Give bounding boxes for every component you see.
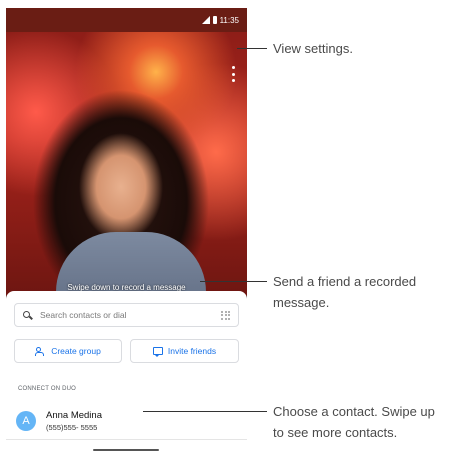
recorded-callout: Send a friend a recorded message. bbox=[273, 271, 451, 313]
recorded-leader-line bbox=[200, 281, 267, 282]
section-label: CONNECT ON DUO bbox=[18, 386, 77, 392]
group-icon bbox=[35, 347, 46, 356]
search-icon bbox=[23, 310, 32, 320]
dialpad-icon[interactable] bbox=[221, 310, 230, 320]
more-options-icon[interactable] bbox=[231, 66, 235, 82]
status-bar: 11:35 bbox=[6, 8, 247, 32]
contact-callout-line1: Choose a contact. Swipe up bbox=[273, 404, 435, 419]
avatar: A bbox=[16, 411, 36, 431]
home-handle[interactable] bbox=[93, 449, 159, 451]
create-group-button[interactable]: Create group bbox=[14, 339, 122, 363]
contact-leader-line bbox=[143, 411, 267, 412]
contact-callout-line2: to see more contacts. bbox=[273, 425, 398, 440]
phone-screen: 11:35 Swipe down to record a message Sea… bbox=[6, 8, 247, 459]
settings-callout: View settings. bbox=[273, 38, 353, 59]
divider bbox=[6, 439, 247, 440]
battery-icon bbox=[212, 16, 217, 24]
search-input[interactable]: Search contacts or dial bbox=[14, 303, 239, 327]
message-icon bbox=[152, 347, 163, 357]
bottom-sheet: Search contacts or dial Create group Inv… bbox=[6, 291, 247, 459]
signal-icon bbox=[201, 16, 210, 24]
settings-callout-text: View settings. bbox=[273, 41, 353, 56]
search-placeholder: Search contacts or dial bbox=[40, 310, 127, 320]
contact-callout: Choose a contact. Swipe up to see more c… bbox=[273, 401, 453, 443]
status-time: 11:35 bbox=[219, 15, 239, 25]
contact-text: Anna Medina (555)555- 5555 bbox=[46, 410, 102, 432]
status-icons: 11:35 bbox=[201, 15, 239, 25]
create-group-label: Create group bbox=[51, 346, 101, 356]
contact-name: Anna Medina bbox=[46, 410, 102, 421]
contact-phone: (555)555- 5555 bbox=[46, 423, 98, 432]
recorded-callout-line2: message. bbox=[273, 295, 330, 310]
invite-friends-label: Invite friends bbox=[167, 346, 217, 356]
camera-preview bbox=[6, 32, 247, 322]
settings-leader-line bbox=[237, 48, 267, 49]
invite-friends-button[interactable]: Invite friends bbox=[130, 339, 239, 363]
recorded-callout-line1: Send a friend a recorded bbox=[273, 274, 417, 289]
